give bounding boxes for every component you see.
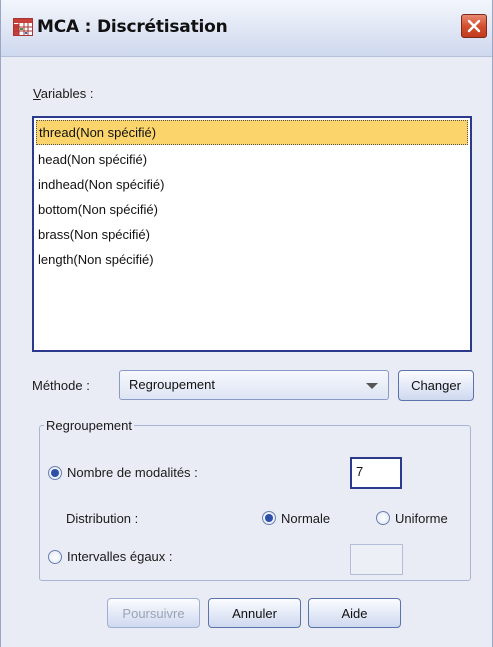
equal-intervals-radio[interactable] [48,550,62,564]
dialog-window: MCA : Discrétisation Variables : thread(… [0,0,493,647]
dropdown-arrow-icon [366,383,378,389]
num-categories-input[interactable]: 7 [350,457,402,489]
help-button[interactable]: Aide [308,598,401,628]
list-item[interactable]: indhead(Non spécifié) [36,172,468,197]
normal-label: Normale [281,511,331,526]
method-dropdown[interactable]: Regroupement [119,370,389,400]
change-button[interactable]: Changer [398,370,474,401]
cancel-button[interactable]: Annuler [208,598,301,628]
close-x-icon [467,19,481,33]
normal-radio[interactable] [262,511,276,525]
method-selected-value: Regroupement [129,377,215,392]
title-bar[interactable]: MCA : Discrétisation [1,0,492,57]
list-item[interactable]: brass(Non spécifié) [36,222,468,247]
equal-intervals-label: Intervalles égaux : [67,549,173,564]
list-item[interactable]: head(Non spécifié) [36,147,468,172]
distribution-label: Distribution : [66,511,139,526]
num-categories-radio[interactable] [48,466,62,480]
window-title: MCA : Discrétisation [37,17,228,37]
window-bottom-edge [1,637,492,647]
spss-grid-icon [13,18,33,36]
num-categories-value: 7 [356,464,364,479]
uniform-radio[interactable] [376,511,390,525]
equal-intervals-input[interactable] [350,544,403,575]
list-item[interactable]: thread(Non spécifié) [36,120,468,145]
continue-button[interactable]: Poursuivre [107,598,200,628]
num-categories-label: Nombre de modalités : [67,465,198,480]
variables-listbox[interactable]: thread(Non spécifié) head(Non spécifié) … [32,116,472,352]
list-item[interactable]: bottom(Non spécifié) [36,197,468,222]
method-label: Méthode : [32,378,90,393]
uniform-label: Uniforme [395,511,448,526]
grouping-title: Regroupement [44,418,134,433]
variables-label: Variables : [33,86,94,101]
list-item[interactable]: length(Non spécifié) [36,247,468,272]
close-button[interactable] [461,14,487,38]
